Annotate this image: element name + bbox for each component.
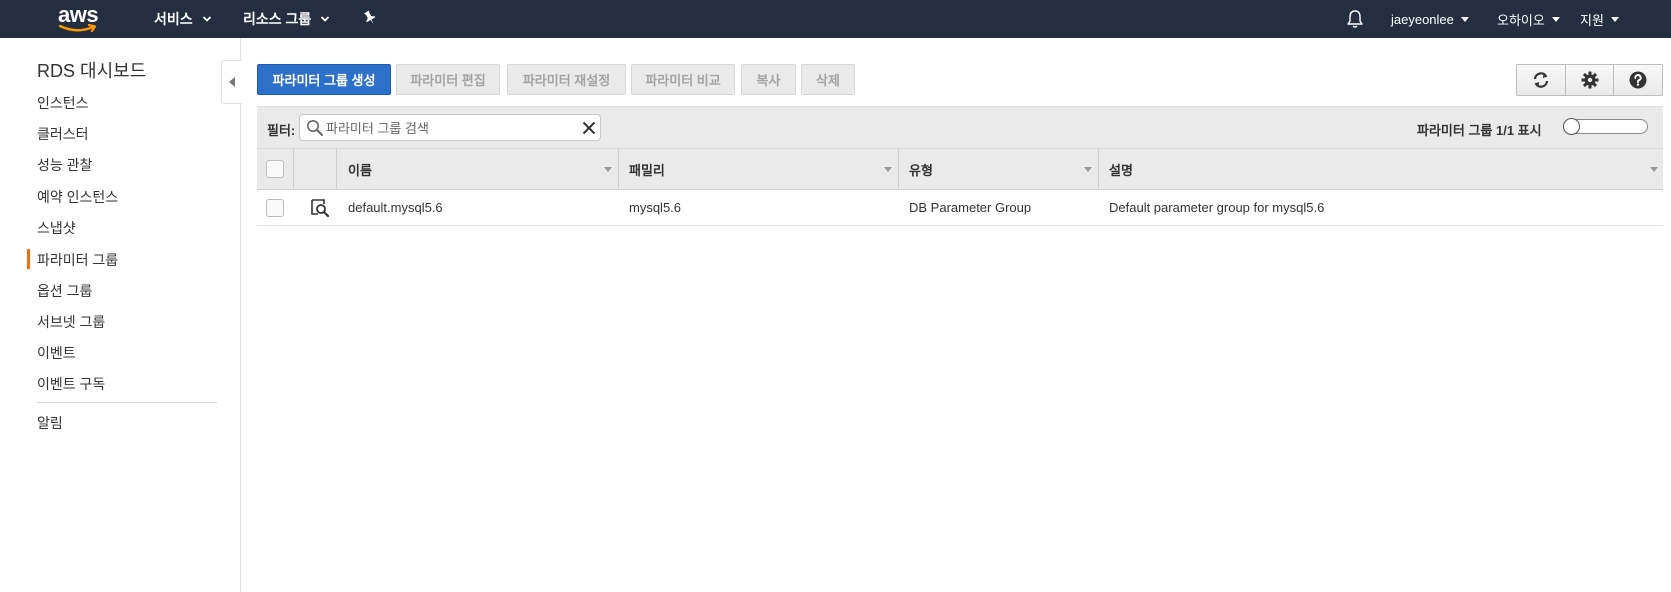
cell-type: DB Parameter Group [909,200,1032,215]
help-button[interactable] [1614,65,1662,95]
refresh-icon [1533,72,1548,88]
details-magnifier-icon[interactable] [310,198,330,218]
sort-description-icon[interactable] [1650,167,1658,172]
gear-icon [1581,71,1598,89]
sidebar-item-clusters[interactable]: 클러스터 [37,124,89,144]
sidebar-item-notifications[interactable]: 알림 [37,413,63,433]
column-divider [293,149,294,190]
copy-button[interactable]: 복사 [741,64,796,95]
column-header-name[interactable]: 이름 [348,149,372,190]
sidebar-item-snapshots[interactable]: 스냅샷 [37,218,76,238]
aws-logo[interactable]: aws [58,2,102,34]
column-divider [336,149,337,190]
sidebar-item-subnet-groups[interactable]: 서브넷 그룹 [37,312,105,332]
sort-name-icon[interactable] [604,167,612,172]
sidebar-item-option-groups[interactable]: 옵션 그룹 [37,281,92,301]
refresh-button[interactable] [1517,65,1566,95]
search-icon [307,120,323,136]
select-all-checkbox[interactable] [266,160,284,178]
table-row[interactable]: default.mysql5.6 mysql5.6 DB Parameter G… [257,190,1663,226]
sort-family-icon[interactable] [884,167,892,172]
sidebar-item-instances[interactable]: 인스턴스 [37,93,89,113]
toolbar-icon-buttons [1516,64,1663,96]
column-divider [898,149,899,190]
filter-label: 필터: [267,123,296,138]
support-label: 지원 [1580,12,1604,28]
resource-groups-menu[interactable]: 리소스 그룹 [243,0,330,38]
region-menu[interactable]: 오하이오 [1497,0,1560,38]
sidebar-item-performance-insights[interactable]: 성능 관찰 [37,155,92,175]
caret-left-icon [229,77,235,87]
pin-icon[interactable] [362,10,378,26]
sidebar-divider [37,402,217,403]
user-account-label: jaeyeonlee [1391,11,1454,27]
reset-parameters-button[interactable]: 파라미터 재설정 [507,64,626,95]
column-divider [618,149,619,190]
services-menu-label: 서비스 [154,11,193,27]
support-menu[interactable]: 지원 [1580,0,1619,38]
sidebar-item-reserved-instances[interactable]: 예약 인스턴스 [37,187,118,207]
table-header: 이름 패밀리 유형 설명 [257,148,1663,190]
caret-down-icon [1610,16,1619,22]
view-toggle-slider[interactable] [1563,118,1648,135]
result-count-text: 파라미터 그룹 1/1 표시 [1417,123,1542,138]
slider-knob[interactable] [1563,118,1580,135]
top-navigation-bar: aws 서비스 리소스 그룹 jaeyeonlee 오하이오 지원 [0,0,1671,38]
region-label: 오하이오 [1497,12,1545,28]
cell-name: default.mysql5.6 [348,200,443,215]
search-box[interactable] [299,114,601,141]
sidebar-title[interactable]: RDS 대시보드 [37,57,146,83]
sidebar: RDS 대시보드 인스턴스 클러스터 성능 관찰 예약 인스턴스 스냅샷 파라미… [0,38,241,592]
sort-type-icon[interactable] [1084,167,1092,172]
sidebar-item-parameter-groups[interactable]: 파라미터 그룹 [37,250,118,270]
cell-description: Default parameter group for mysql5.6 [1109,200,1325,215]
compare-parameters-button[interactable]: 파라미터 비교 [631,64,735,95]
row-select-checkbox[interactable] [266,199,284,217]
column-header-type[interactable]: 유형 [909,149,933,190]
sidebar-collapse-button[interactable] [221,60,242,104]
user-account-menu[interactable]: jaeyeonlee [1391,0,1469,38]
caret-down-icon [1551,16,1560,22]
sidebar-active-indicator [27,249,30,269]
aws-smile-icon [59,24,97,33]
caret-down-icon [1460,16,1469,22]
create-parameter-group-button[interactable]: 파라미터 그룹 생성 [257,64,391,95]
sidebar-item-event-subscriptions[interactable]: 이벤트 구독 [37,374,105,394]
filter-bar: 필터: 파라미터 그룹 1/1 표시 [257,106,1663,148]
delete-button[interactable]: 삭제 [801,64,855,95]
chevron-down-icon [202,16,211,22]
column-divider [1098,149,1099,190]
cell-family: mysql5.6 [629,200,682,215]
bell-icon[interactable] [1346,9,1364,29]
clear-search-icon[interactable] [582,121,596,135]
sidebar-item-events[interactable]: 이벤트 [37,343,76,363]
services-menu[interactable]: 서비스 [154,0,212,38]
settings-button[interactable] [1566,65,1615,95]
search-input[interactable] [326,118,571,138]
chevron-down-icon [321,16,330,22]
column-header-description[interactable]: 설명 [1109,149,1133,190]
resource-groups-menu-label: 리소스 그룹 [243,11,312,27]
column-header-family[interactable]: 패밀리 [629,149,665,190]
help-icon [1629,71,1647,89]
edit-parameters-button[interactable]: 파라미터 편집 [396,64,500,95]
